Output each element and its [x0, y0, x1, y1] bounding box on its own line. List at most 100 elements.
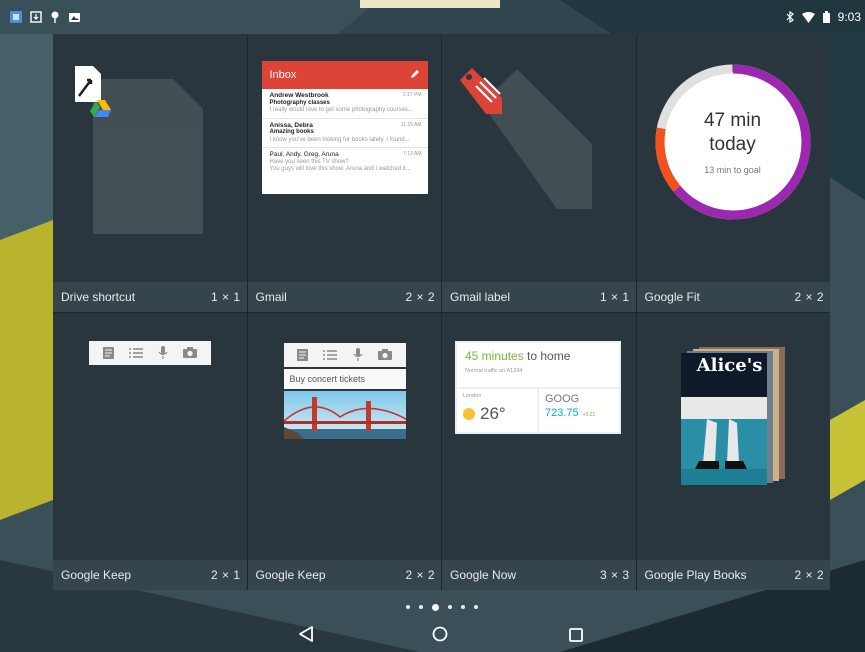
page-indicator	[402, 600, 482, 614]
widget-name: Google Keep	[255, 568, 326, 582]
now-stock-card: GOOG 723.75 +0.21	[539, 388, 619, 432]
stock-change: +0.21	[582, 411, 596, 418]
fit-value: 47 min	[703, 110, 762, 131]
weather-temperature: 26°	[480, 403, 506, 423]
note-icon	[297, 348, 309, 361]
widget-footer: Google Fit 2 × 2	[636, 281, 830, 312]
fit-goal: 13 min to goal	[704, 165, 761, 175]
widget-size: 2 × 1	[210, 568, 241, 582]
traffic-detail: Normal traffic on A1234	[465, 367, 523, 374]
keep-preview: Buy concert tickets	[283, 342, 406, 439]
books-preview: Alice's	[677, 343, 792, 488]
mail-snippet: You guys will love this show. Aruna and …	[269, 166, 411, 172]
keep-toolbar	[283, 342, 406, 367]
drive-shortcut-icon	[73, 66, 113, 122]
widget-google-now[interactable]: 45 minutes to home Normal traffic on A12…	[442, 312, 636, 590]
widget-name: Google Now	[450, 568, 517, 582]
widget-footer: Gmail 2 × 2	[247, 281, 441, 312]
mail-from: Andrew Westbrook	[269, 92, 329, 99]
page-dot	[461, 605, 465, 609]
mail-snippet: I know you've been looking for books lat…	[269, 136, 410, 143]
widget-footer: Google Keep 2 × 2	[247, 560, 441, 590]
page-dot	[419, 605, 423, 609]
mail-from: Anissa, Debra	[269, 121, 313, 129]
widget-google-keep-large[interactable]: Buy concert tickets Google Keep 2 × 2	[247, 312, 441, 590]
keep-note: Buy concert tickets	[283, 368, 406, 389]
mail-snippet: I really would love to get some photogra…	[269, 107, 413, 113]
gmail-label-icon	[458, 66, 512, 120]
back-button[interactable]	[291, 624, 321, 648]
app-icon	[10, 11, 22, 23]
status-bar-left	[10, 11, 81, 23]
book-cover-title: Alice's	[696, 354, 763, 376]
widget-size: 2 × 2	[794, 568, 824, 582]
bluetooth-icon	[786, 11, 794, 23]
widget-gmail[interactable]: Inbox Andrew Westbrook Photography class…	[247, 34, 441, 312]
mail-from: Paul, Andy, Greg, Aruna	[269, 151, 339, 158]
widget-size: 2 × 2	[405, 289, 435, 304]
gmail-header: Inbox	[261, 61, 428, 89]
camera-icon	[377, 349, 392, 360]
page-dot	[474, 605, 478, 609]
widget-drive-shortcut[interactable]: Drive shortcut 1 × 1	[53, 34, 247, 312]
widget-name: Drive shortcut	[61, 289, 136, 304]
fit-period: today	[709, 134, 756, 155]
photo-icon	[68, 11, 81, 23]
page-dot	[448, 605, 452, 609]
widget-size: 1 × 1	[210, 289, 241, 304]
download-icon	[30, 11, 42, 23]
widget-footer: Google Play Books 2 × 2	[636, 560, 830, 590]
mail-time: 11:15 AM	[400, 121, 422, 128]
battery-icon	[822, 11, 830, 23]
mail-time: 7:13 AM	[403, 151, 422, 157]
widget-footer: Drive shortcut 1 × 1	[53, 281, 247, 312]
back-icon	[299, 626, 313, 646]
fit-preview: 47 min today 13 min to goal	[653, 62, 813, 222]
mail-row: Andrew Westbrook Photography classes I r…	[261, 89, 428, 119]
widget-google-keep-small[interactable]: Google Keep 2 × 1	[53, 312, 247, 590]
widget-size: 1 × 1	[599, 289, 630, 304]
camera-icon	[183, 347, 198, 358]
widget-footer: Google Now 3 × 3	[442, 560, 636, 590]
widget-google-play-books[interactable]: Alice's Google Play Books 2 × 2	[636, 312, 830, 590]
widget-gmail-label[interactable]: Gmail label 1 × 1	[442, 34, 636, 312]
stock-symbol: GOOG	[545, 392, 580, 405]
mail-row: Paul, Andy, Greg, Aruna Have you seen th…	[262, 148, 428, 177]
now-weather-card: London 26°	[457, 388, 537, 432]
status-bar: 9:03	[0, 0, 865, 34]
clock: 9:03	[837, 10, 861, 24]
widget-google-fit[interactable]: 47 min today 13 min to goal Google Fit 2…	[636, 34, 830, 312]
keep-toolbar	[89, 340, 211, 365]
widget-footer: Google Keep 2 × 1	[53, 560, 247, 590]
mail-subject: Amazing books	[269, 129, 314, 135]
keep-note-image	[283, 390, 406, 439]
home-button[interactable]	[425, 624, 455, 648]
traffic-time: 45 minutes	[465, 348, 524, 363]
gmail-preview: Inbox Andrew Westbrook Photography class…	[261, 61, 428, 194]
widget-size: 2 × 2	[794, 289, 824, 304]
widget-size: 2 × 2	[405, 568, 435, 582]
recents-icon	[569, 627, 583, 646]
mail-row: Anissa, Debra Amazing books I know you'v…	[261, 119, 428, 148]
weather-city: London	[463, 392, 482, 399]
gmail-inbox-title: Inbox	[269, 69, 297, 81]
widget-name: Gmail label	[450, 289, 511, 304]
note-icon	[102, 346, 114, 359]
mic-icon	[158, 346, 168, 359]
mail-time: 2:17 PM	[402, 92, 422, 98]
mail-subject: Have you seen this TV show?	[269, 158, 349, 165]
widget-name: Google Fit	[644, 289, 700, 304]
location-pin-icon	[50, 11, 60, 23]
navigation-bar	[0, 618, 865, 652]
list-icon	[128, 347, 143, 358]
sun-icon	[463, 407, 475, 420]
widget-footer: Gmail label 1 × 1	[442, 281, 636, 312]
widget-name: Gmail	[255, 289, 287, 304]
page-dot	[406, 605, 410, 609]
list-icon	[323, 349, 338, 360]
status-bar-right: 9:03	[786, 10, 861, 24]
recents-button[interactable]	[561, 624, 591, 648]
widget-grid: Drive shortcut 1 × 1 Inbox Andrew Westbr…	[53, 34, 830, 590]
widget-name: Google Play Books	[644, 568, 747, 582]
pencil-icon	[410, 69, 420, 82]
